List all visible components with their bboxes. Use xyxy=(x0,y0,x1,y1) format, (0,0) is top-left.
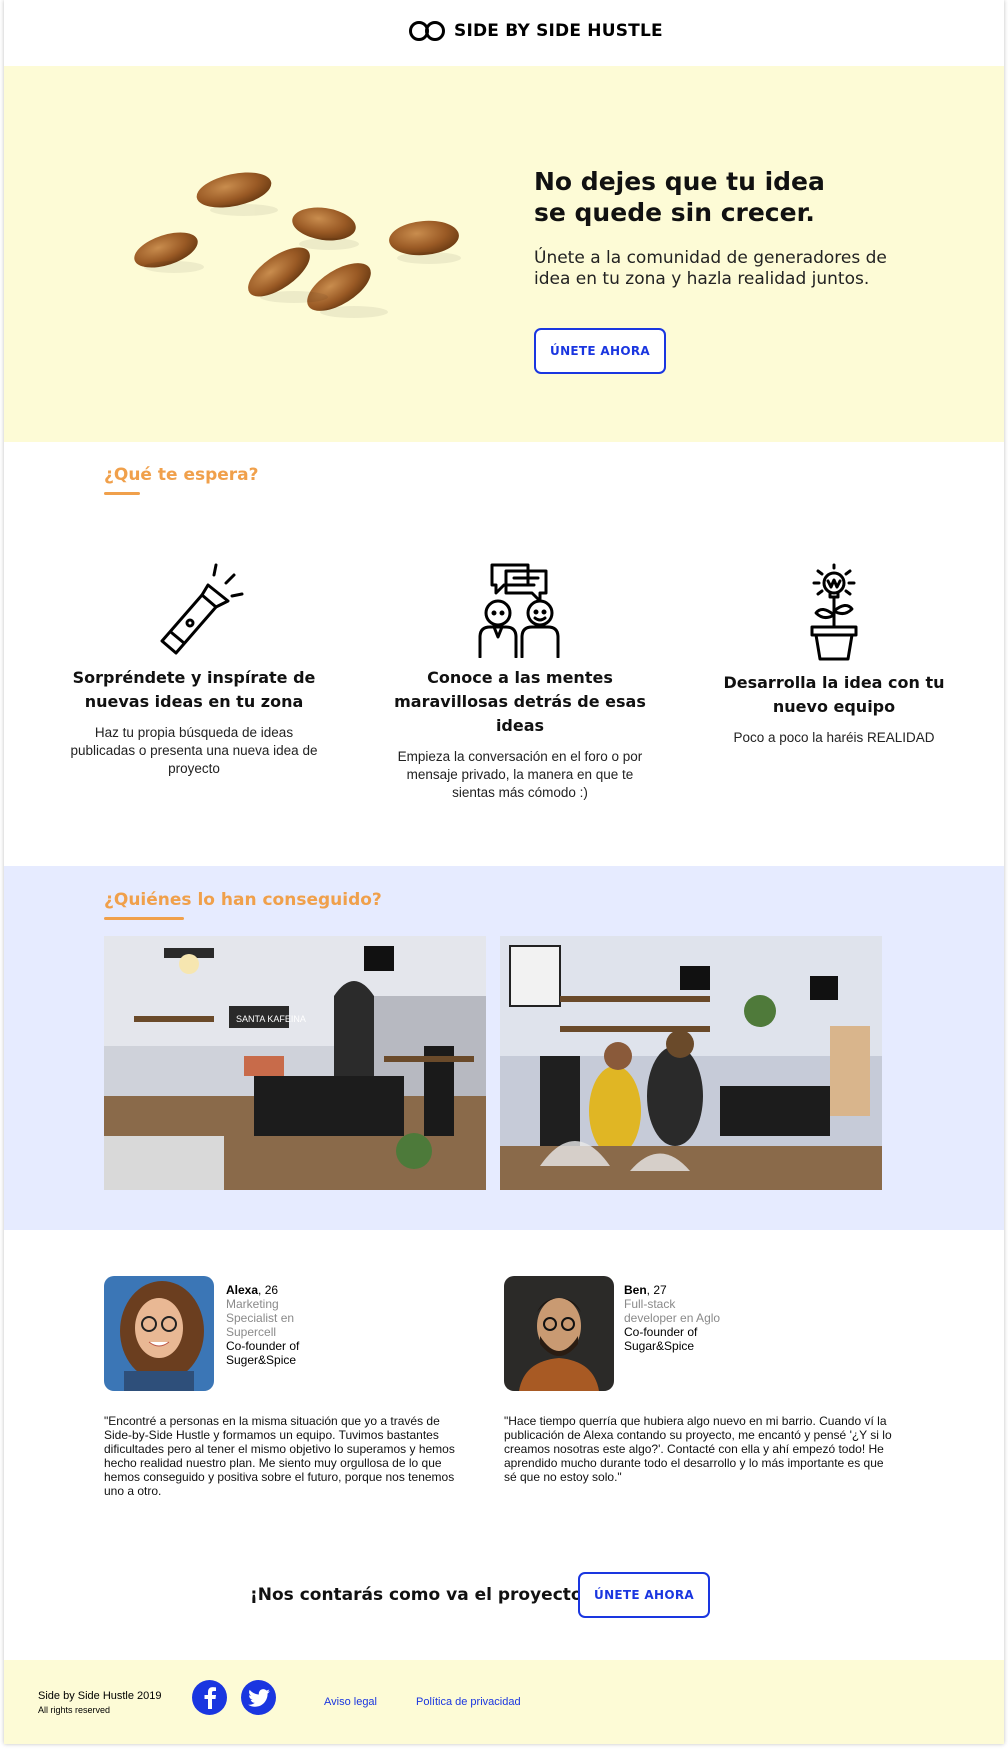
stories-section: ¿Quiénes lo han conseguido? SANTA KAFEIN… xyxy=(4,866,1004,1230)
hero-title: No dejes que tu idea se quede sin crecer… xyxy=(534,166,894,228)
brand[interactable]: SIDE BY SIDE HUSTLE xyxy=(408,20,663,42)
join-now-button[interactable]: ÚNETE AHORA xyxy=(534,328,666,374)
people-chat-icon xyxy=(478,563,560,658)
feature-description: Empieza la conversación en el foro o por… xyxy=(397,749,643,800)
feature-item: Desarrolla la idea con tu nuevo equipo P… xyxy=(704,563,964,747)
hero-title-line1: No dejes que tu idea xyxy=(534,167,825,196)
flashlight-icon xyxy=(160,563,244,655)
facebook-button[interactable] xyxy=(192,1680,227,1715)
heading-underline xyxy=(104,917,184,920)
baristas-photo xyxy=(500,936,882,1190)
infinity-rings-icon xyxy=(409,21,445,41)
twitter-button[interactable] xyxy=(241,1680,276,1715)
landing-page: SIDE BY SIDE HUSTLE No dejes que tu idea… xyxy=(4,0,1004,1744)
feature-title: Conoce a las mentes maravillosas detrás … xyxy=(394,668,646,735)
heading-underline xyxy=(104,492,140,495)
cafe-sign-text: SANTA KAFEINA xyxy=(236,1014,306,1024)
person-age: , 27 xyxy=(646,1283,667,1297)
copyright: Side by Side Hustle 2019 xyxy=(38,1690,162,1702)
hero-subtitle: Únete a la comunidad de generadores de i… xyxy=(534,248,887,289)
seeds-image xyxy=(134,172,461,318)
person-role: Marketing Specialist en Supercell xyxy=(226,1297,295,1339)
person-company: Co-founder of Suger&Spice xyxy=(226,1339,300,1367)
feature-description: Poco a poco la haréis REALIDAD xyxy=(733,730,935,745)
feature-item: Sorpréndete y inspírate de nuevas ideas … xyxy=(64,563,324,778)
testimonial-quote: "Hace tiempo querría que hubiera algo nu… xyxy=(504,1414,892,1484)
feature-description: Haz tu propia búsqueda de ideas publicad… xyxy=(70,725,318,776)
feature-item: Conoce a las mentes maravillosas detrás … xyxy=(390,563,650,802)
idea-plant-icon xyxy=(810,563,858,661)
facebook-icon xyxy=(204,1686,216,1709)
person-age: , 26 xyxy=(258,1283,279,1297)
person-info: Ben, 27 Full-stack developer en Aglo Co-… xyxy=(624,1283,724,1353)
person-company: Co-founder of Sugar&Spice xyxy=(624,1325,698,1353)
feature-title: Sorpréndete y inspírate de nuevas ideas … xyxy=(72,668,316,711)
feature-title: Desarrolla la idea con tu nuevo equipo xyxy=(723,673,945,716)
rights-reserved: All rights reserved xyxy=(38,1705,111,1715)
person-name: Alexa xyxy=(226,1283,259,1297)
privacy-link[interactable]: Política de privacidad xyxy=(416,1696,521,1708)
person-info: Alexa, 26 Marketing Specialist en Superc… xyxy=(226,1283,326,1367)
avatar xyxy=(504,1276,614,1391)
site-header: SIDE BY SIDE HUSTLE xyxy=(4,0,1004,66)
testimonial-quote: "Encontré a personas en la misma situaci… xyxy=(104,1414,455,1498)
avatar xyxy=(104,1276,214,1391)
site-footer: Side by Side Hustle 2019 All rights rese… xyxy=(4,1660,1004,1744)
person-name: Ben xyxy=(624,1283,647,1297)
twitter-icon xyxy=(247,1688,270,1707)
hero-title-line2: se quede sin crecer. xyxy=(534,198,815,227)
brand-name: SIDE BY SIDE HUSTLE xyxy=(454,21,663,41)
cta-text: ¡Nos contarás como va el proyecto! xyxy=(250,1585,591,1605)
legal-link[interactable]: Aviso legal xyxy=(324,1696,377,1708)
features-heading: ¿Qué te espera? xyxy=(104,465,259,485)
cafe-photo: SANTA KAFEINA xyxy=(104,936,486,1190)
stories-heading: ¿Quiénes lo han conseguido? xyxy=(104,890,382,910)
person-role: Full-stack developer en Aglo xyxy=(624,1297,721,1325)
hero-section: No dejes que tu idea se quede sin crecer… xyxy=(4,66,1004,442)
join-now-button[interactable]: ÚNETE AHORA xyxy=(578,1572,710,1618)
